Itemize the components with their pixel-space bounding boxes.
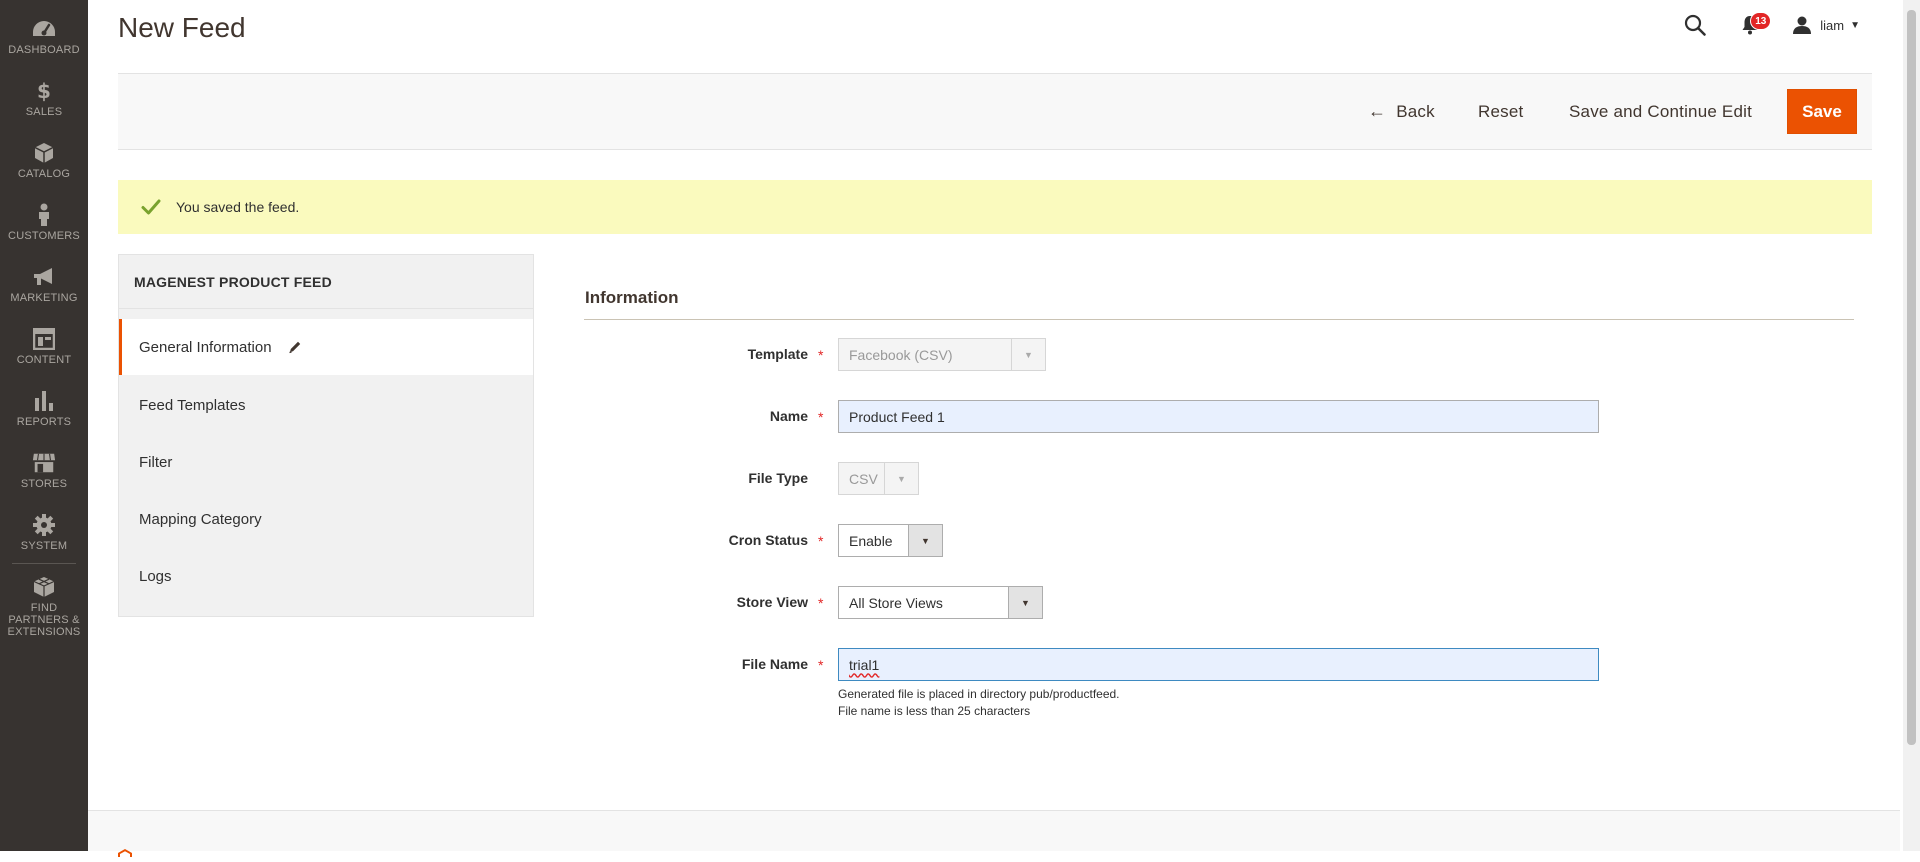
page-scrollbar[interactable] (1903, 0, 1920, 851)
file-name-label: File Name (741, 656, 808, 672)
required-mark: * (818, 657, 824, 673)
message-text: You saved the feed. (176, 199, 300, 215)
chevron-down-icon: ▼ (908, 525, 942, 556)
chevron-down-icon: ▼ (1850, 19, 1860, 31)
menu-label: REPORTS (16, 416, 72, 428)
chevron-down-icon: ▼ (884, 463, 918, 494)
tab-feed-templates[interactable]: Feed Templates (119, 377, 533, 433)
megaphone-icon (32, 266, 56, 288)
store-view-select[interactable]: All Store Views ▼ (838, 586, 1043, 619)
fieldset-divider (584, 319, 1854, 320)
tab-mapping-category[interactable]: Mapping Category (119, 491, 533, 547)
name-input[interactable]: Product Feed 1 (838, 400, 1599, 433)
file-type-select[interactable]: CSV ▼ (838, 462, 919, 495)
person-icon (32, 203, 56, 226)
back-button[interactable]: ← Back (1368, 74, 1435, 149)
required-mark: * (818, 533, 824, 549)
save-button[interactable]: Save (1787, 89, 1857, 134)
reset-button[interactable]: Reset (1478, 74, 1523, 149)
tab-filter[interactable]: Filter (119, 434, 533, 490)
menu-label: FIND PARTNERS & EXTENSIONS (7, 602, 81, 638)
menu-item-system[interactable]: SYSTEM (0, 496, 88, 558)
user-icon (1793, 16, 1812, 34)
menu-label: CATALOG (17, 168, 71, 180)
required-mark: * (818, 595, 824, 611)
template-label: Template (747, 346, 808, 362)
page-actions-toolbar: ← Back Reset Save and Continue Edit Save (118, 73, 1872, 150)
name-value: Product Feed 1 (849, 408, 945, 425)
tab-general-information[interactable]: General Information (119, 319, 533, 375)
menu-item-stores[interactable]: STORES (0, 434, 88, 496)
svg-text:$: $ (37, 80, 51, 102)
layout-icon (32, 328, 56, 350)
store-view-value: All Store Views (849, 594, 943, 611)
menu-label: DASHBOARD (8, 44, 80, 56)
cron-status-select[interactable]: Enable ▼ (838, 524, 943, 557)
tab-label: Mapping Category (139, 510, 262, 528)
scrollbar-thumb[interactable] (1907, 10, 1916, 745)
admin-menu: DASHBOARD $ SALES CATALOG CUSTOMERS MARK… (0, 0, 88, 851)
dollar-icon: $ (32, 80, 56, 102)
menu-item-partners[interactable]: FIND PARTNERS & EXTENSIONS (0, 558, 88, 638)
user-name: liam (1820, 17, 1845, 33)
tab-label: Filter (139, 453, 173, 471)
menu-label: SYSTEM (20, 540, 68, 552)
box-icon (32, 142, 56, 164)
file-name-note-length: File name is less than 25 characters (838, 704, 1031, 718)
pencil-icon (288, 340, 302, 354)
menu-item-sales[interactable]: $ SALES (0, 62, 88, 124)
menu-item-catalog[interactable]: CATALOG (0, 124, 88, 186)
menu-item-content[interactable]: CONTENT (0, 310, 88, 372)
side-tabs: MAGENEST PRODUCT FEED General Informatio… (118, 254, 534, 617)
file-name-value: trial1 (849, 656, 880, 673)
bar-chart-icon (32, 390, 56, 412)
store-view-label: Store View (736, 594, 808, 610)
checkmark-icon (140, 196, 162, 218)
storefront-icon (32, 452, 56, 474)
required-mark: * (818, 347, 824, 363)
file-type-value: CSV (849, 470, 878, 487)
name-label: Name (769, 408, 808, 424)
file-type-label: File Type (748, 470, 808, 486)
chevron-down-icon: ▼ (1011, 339, 1045, 370)
save-and-continue-button[interactable]: Save and Continue Edit (1569, 74, 1752, 149)
menu-item-customers[interactable]: CUSTOMERS (0, 186, 88, 248)
template-select[interactable]: Facebook (CSV) ▼ (838, 338, 1046, 371)
menu-label: MARKETING (10, 292, 78, 304)
required-mark: * (818, 409, 824, 425)
menu-label: SALES (25, 106, 63, 118)
menu-label: STORES (20, 478, 68, 490)
template-value: Facebook (CSV) (849, 346, 953, 363)
file-name-note-directory: Generated file is placed in directory pu… (838, 687, 1120, 701)
chevron-down-icon: ▼ (1008, 587, 1042, 618)
menu-item-dashboard[interactable]: DASHBOARD (0, 0, 88, 62)
tab-label: Feed Templates (139, 396, 246, 414)
tab-logs[interactable]: Logs (119, 548, 533, 604)
dashboard-icon (32, 18, 56, 40)
cron-status-value: Enable (849, 532, 893, 549)
menu-label: CUSTOMERS (8, 230, 80, 242)
tab-label: Logs (139, 567, 172, 585)
page-footer (88, 810, 1900, 857)
tab-label: General Information (139, 338, 272, 356)
back-label: Back (1396, 101, 1435, 121)
cron-status-label: Cron Status (728, 532, 808, 548)
success-message: You saved the feed. (118, 180, 1872, 234)
menu-item-marketing[interactable]: MARKETING (0, 248, 88, 310)
menu-label: CONTENT (16, 354, 72, 366)
page-title: New Feed (118, 12, 246, 43)
user-menu[interactable]: liam ▼ (1792, 16, 1860, 34)
fieldset-title: Information (585, 288, 679, 307)
search-icon[interactable] (1682, 12, 1708, 38)
header-actions: 13 liam ▼ (1682, 10, 1860, 40)
notification-count-badge: 13 (1750, 12, 1772, 30)
cubes-icon (32, 576, 56, 598)
gear-icon (32, 514, 56, 536)
file-name-input[interactable]: trial1 (838, 648, 1599, 681)
menu-item-reports[interactable]: REPORTS (0, 372, 88, 434)
arrow-left-icon: ← (1368, 101, 1387, 121)
notifications-button[interactable]: 13 (1736, 11, 1772, 39)
side-tabs-heading: MAGENEST PRODUCT FEED (119, 255, 533, 309)
